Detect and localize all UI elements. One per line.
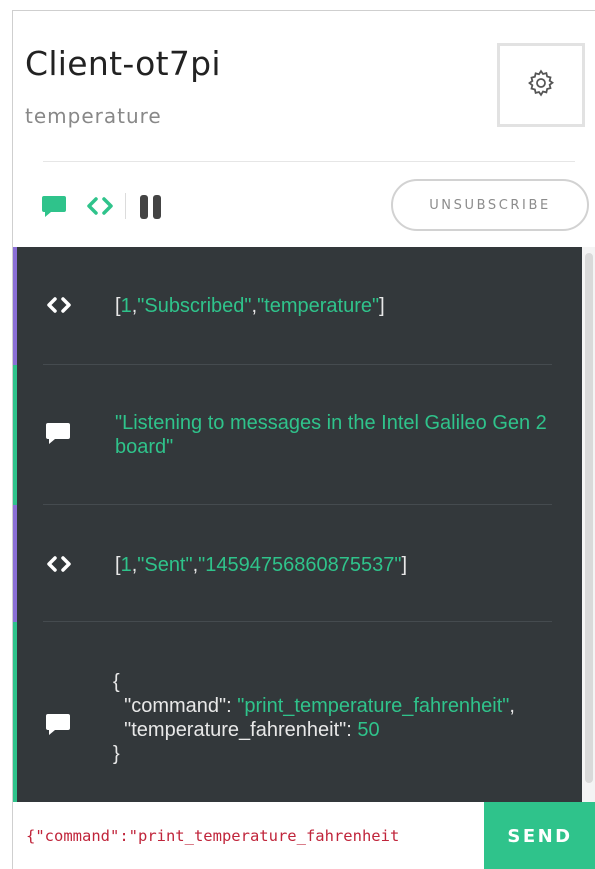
log-entry-system: [1,"Sent","14594756860875537"] — [13, 505, 582, 622]
code-icon — [86, 197, 114, 220]
log-entry-system: [1,"Subscribed","temperature"] — [13, 247, 582, 365]
pause-icon — [139, 194, 163, 225]
log-entry-text: [1,"Subscribed","temperature"] — [115, 295, 385, 317]
log-entry-message: { "command": "print_temperature_fahrenhe… — [13, 622, 582, 802]
log-entry-text: [1,"Sent","14594756860875537"] — [115, 554, 408, 576]
message-input-value[interactable]: {"command":"print_temperature_fahrenheit — [13, 827, 399, 845]
header-divider — [43, 161, 575, 162]
settings-button[interactable] — [497, 43, 585, 127]
log-scrollbar-thumb[interactable] — [585, 253, 593, 783]
chat-bubble-icon — [41, 195, 67, 224]
chat-bubble-icon — [45, 422, 71, 451]
filter-system-toggle[interactable] — [86, 197, 114, 220]
client-panel: Client-ot7pi temperature UNSUBSCRIBE [1,… — [12, 10, 595, 869]
unsubscribe-button[interactable]: UNSUBSCRIBE — [391, 179, 589, 231]
system-indicator-bar — [13, 505, 17, 622]
message-indicator-bar — [13, 365, 17, 505]
log-entry-json: { "command": "print_temperature_fahrenhe… — [113, 671, 515, 765]
channel-name: temperature — [25, 104, 162, 128]
message-input[interactable]: {"command":"print_temperature_fahrenheit — [13, 802, 484, 869]
message-indicator-bar — [13, 622, 17, 802]
toolbar-separator — [125, 193, 126, 219]
chat-bubble-icon — [45, 713, 71, 742]
code-icon — [45, 297, 73, 318]
system-indicator-bar — [13, 247, 17, 365]
gear-icon — [526, 68, 556, 103]
log-entry-text: "Listening to messages in the Intel Gali… — [115, 412, 553, 458]
client-title: Client-ot7pi — [25, 44, 221, 83]
log-entry-message: "Listening to messages in the Intel Gali… — [13, 365, 582, 505]
pause-button[interactable] — [139, 194, 163, 225]
code-icon — [45, 556, 73, 577]
message-log: [1,"Subscribed","temperature"] "Listenin… — [13, 247, 582, 802]
filter-messages-toggle[interactable] — [41, 195, 67, 224]
send-button[interactable]: SEND — [484, 802, 595, 869]
